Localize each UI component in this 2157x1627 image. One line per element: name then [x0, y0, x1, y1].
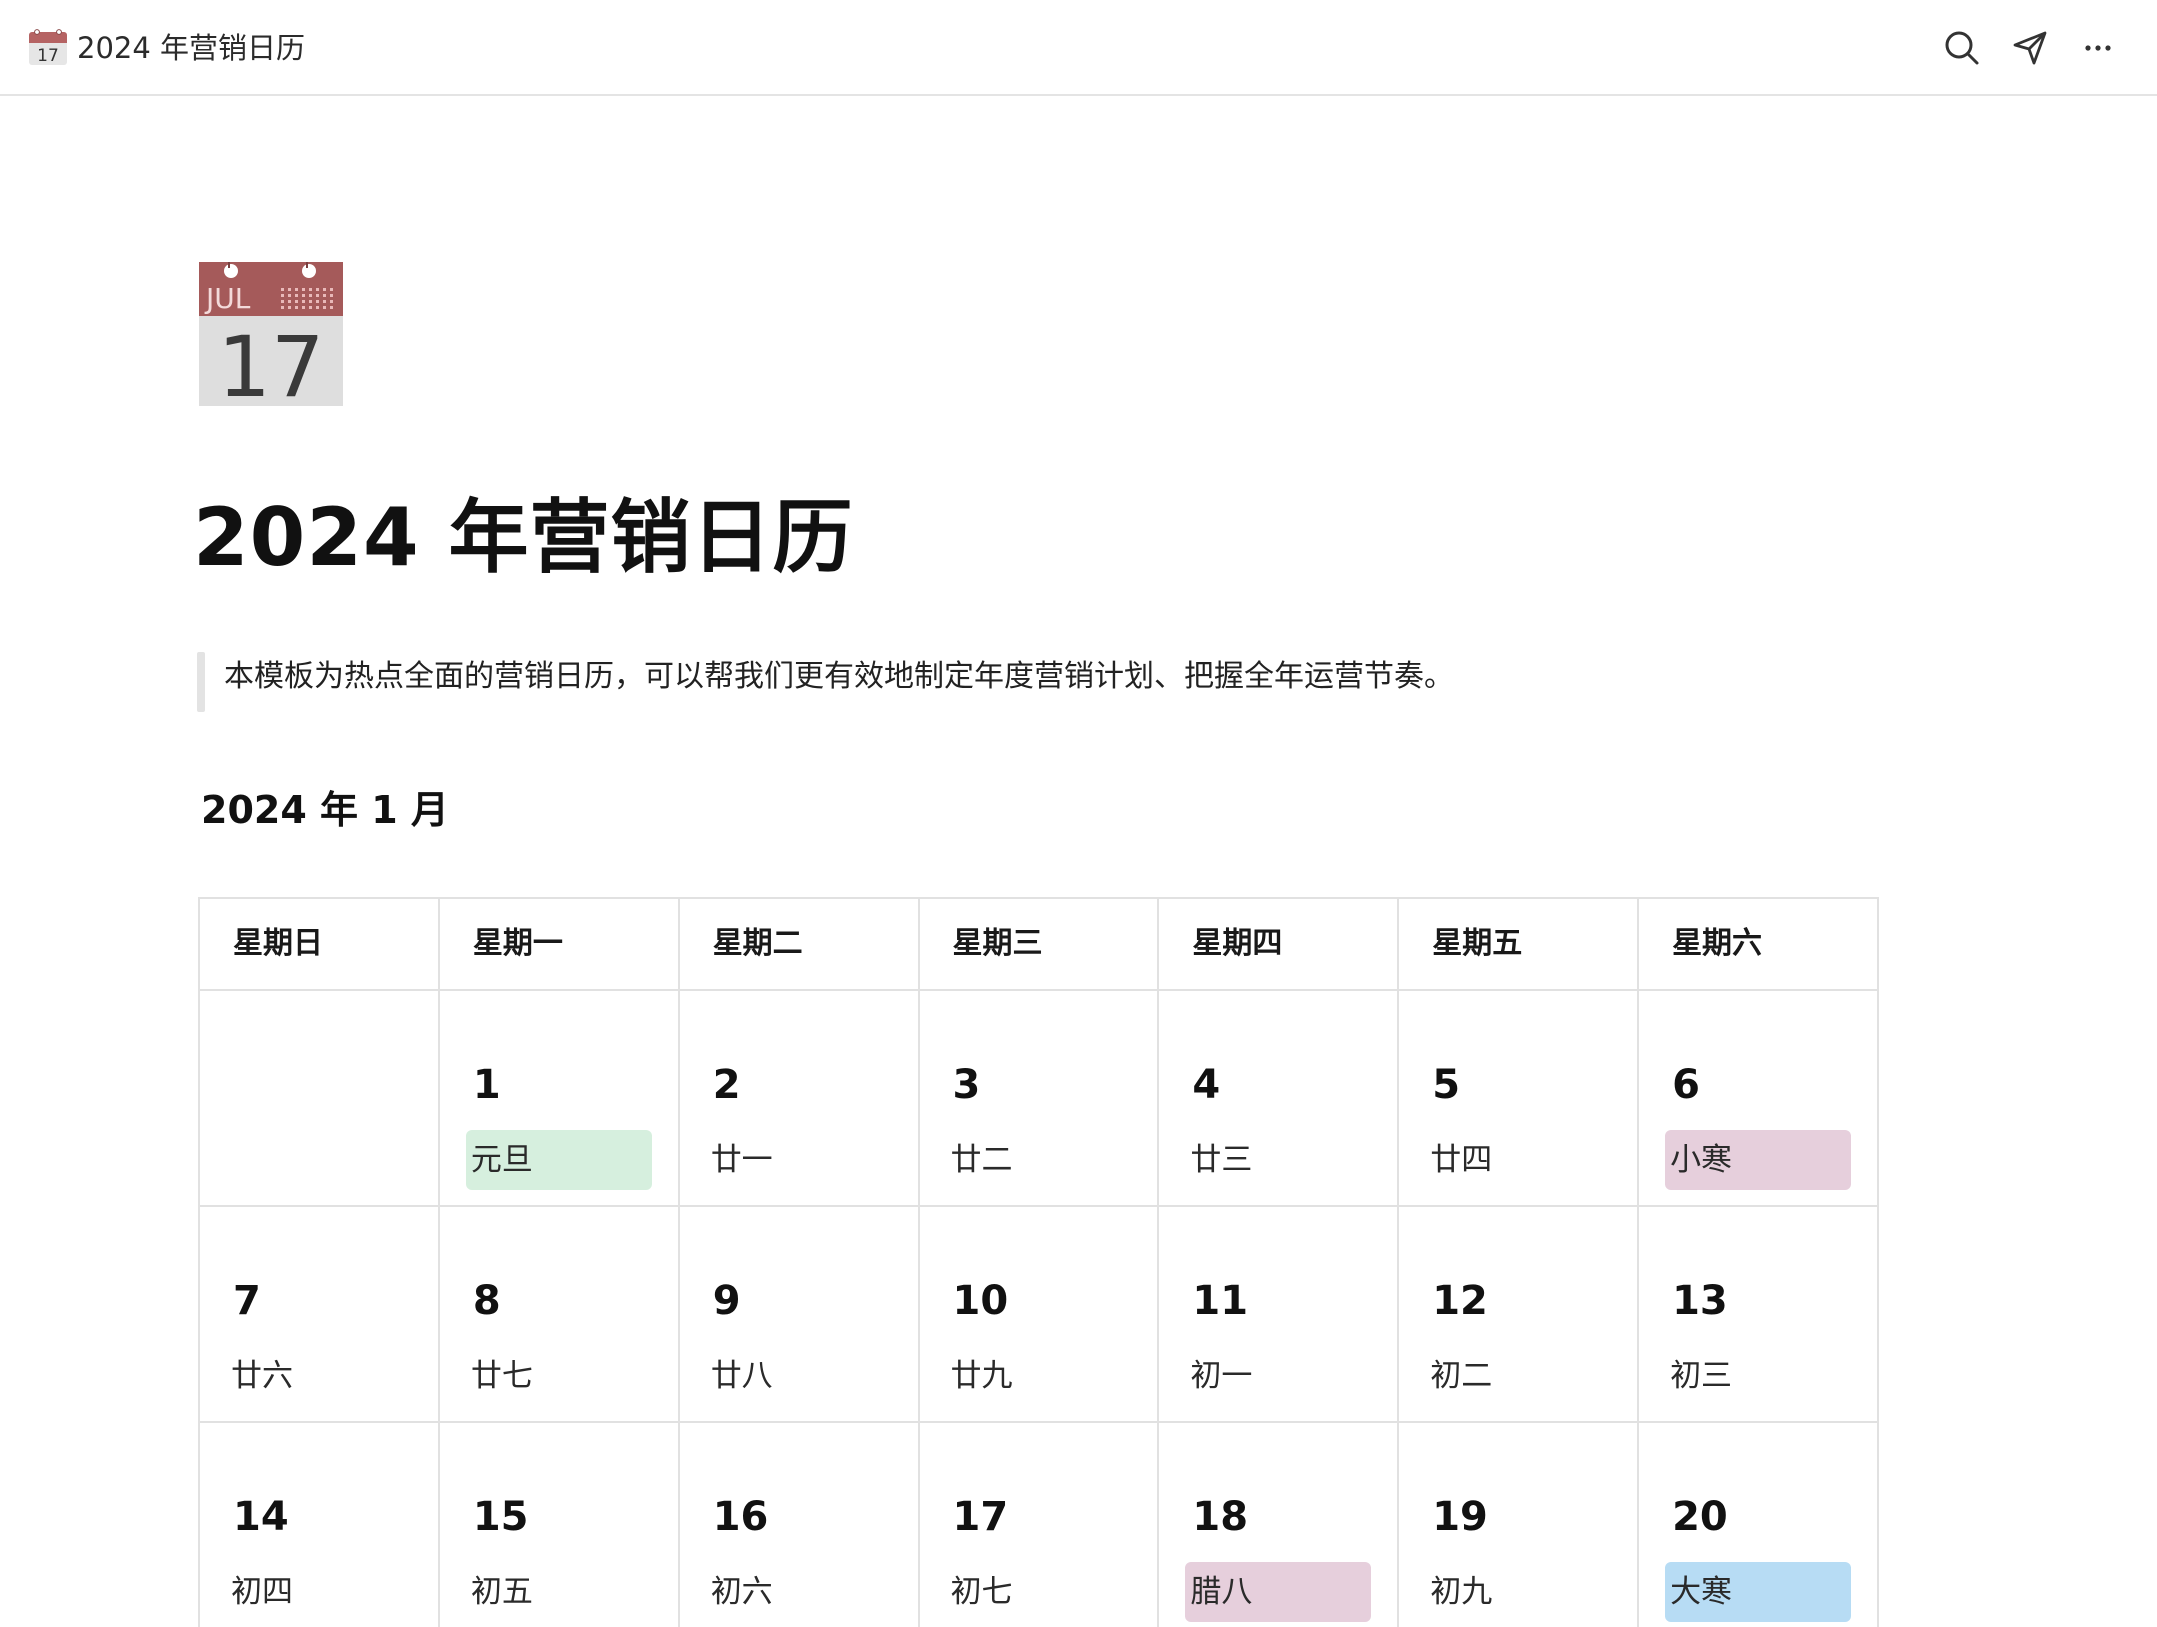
day-number: 3 [952, 1062, 981, 1108]
search-icon[interactable] [1940, 26, 1984, 70]
calendar-day-cell[interactable]: 5 廿四 [1397, 989, 1640, 1207]
day-number: 11 [1192, 1278, 1249, 1324]
calendar-emoji-icon: 17 [29, 29, 67, 66]
calendar-day-cell[interactable]: 3 廿二 [917, 989, 1160, 1207]
event-tag[interactable]: 大寒 [1665, 1562, 1852, 1622]
calendar-day-cell[interactable]: 11 初一 [1157, 1205, 1400, 1423]
calendar-day-cell[interactable]: 13 初三 [1637, 1205, 1879, 1423]
weekday-header[interactable]: 星期二 [677, 897, 920, 991]
page-title[interactable]: 2024 年营销日历 [193, 488, 854, 588]
lunar-date: 廿三 [1190, 1142, 1253, 1178]
window-title: 2024 年营销日历 [77, 31, 306, 65]
calendar-day-cell[interactable]: 1 元旦 [437, 989, 680, 1207]
lunar-date: 廿八 [710, 1358, 773, 1394]
day-number: 7 [233, 1278, 261, 1324]
calendar-day-cell[interactable]: 15 初五 [437, 1421, 680, 1627]
day-number: 16 [712, 1494, 769, 1540]
lunar-date: 初三 [1670, 1358, 1733, 1394]
top-bar: 17 2024 年营销日历 [0, 0, 2157, 96]
day-number: 20 [1672, 1494, 1728, 1540]
day-number: 4 [1192, 1062, 1221, 1108]
calendar-day-cell[interactable]: 4 廿三 [1157, 989, 1400, 1207]
event-tag[interactable]: 小寒 [1665, 1130, 1852, 1190]
day-number: 15 [472, 1494, 529, 1540]
quote-bar [197, 652, 205, 712]
svg-text:17: 17 [37, 46, 59, 66]
calendar-day-cell[interactable]: 17 初七 [917, 1421, 1160, 1627]
calendar-day-cell[interactable]: 14 初四 [198, 1421, 440, 1627]
calendar-day-cell[interactable]: 10 廿九 [917, 1205, 1160, 1423]
day-number: 9 [712, 1278, 741, 1324]
calendar-day-cell[interactable]: 18 腊八 [1157, 1421, 1400, 1627]
document-page: 17 2024 年营销日历 JUL 17 2024 年营销日历 本模板为热点全面… [0, 0, 2157, 1627]
weekday-header[interactable]: 星期三 [917, 897, 1160, 991]
event-tag[interactable]: 腊八 [1185, 1562, 1372, 1622]
calendar-icon-day: 17 [218, 318, 325, 406]
weekday-header[interactable]: 星期一 [437, 897, 680, 991]
calendar-week-row: 14 初四 15 初五 16 初六 17 初七 18 腊八 19 初九 20 大寒 [198, 1421, 1879, 1627]
day-number: 1 [472, 1062, 501, 1108]
weekday-header[interactable]: 星期五 [1397, 897, 1640, 991]
lunar-date: 初六 [710, 1574, 773, 1610]
lunar-date: 廿二 [950, 1142, 1013, 1178]
day-number: 10 [952, 1278, 1009, 1324]
lunar-date: 廿七 [470, 1358, 533, 1394]
day-number: 13 [1672, 1278, 1728, 1324]
lunar-date: 初二 [1430, 1358, 1493, 1394]
share-icon[interactable] [2008, 26, 2052, 70]
calendar-day-cell[interactable]: 20 大寒 [1637, 1421, 1879, 1627]
more-icon[interactable] [2076, 26, 2120, 70]
calendar-icon-month: JUL [204, 282, 251, 315]
calendar-day-cell[interactable]: 6 小寒 [1637, 989, 1879, 1207]
quote-text[interactable]: 本模板为热点全面的营销日历，可以帮我们更有效地制定年度营销计划、把握全年运营节奏… [224, 654, 1454, 700]
calendar-day-cell[interactable]: 2 廿一 [677, 989, 920, 1207]
day-number: 8 [472, 1278, 501, 1324]
calendar-day-cell[interactable]: 7 廿六 [198, 1205, 440, 1423]
intro-quote: 本模板为热点全面的营销日历，可以帮我们更有效地制定年度营销计划、把握全年运营节奏… [197, 652, 1597, 712]
lunar-date: 廿一 [710, 1142, 773, 1178]
lunar-date: 初七 [950, 1574, 1013, 1610]
calendar-day-cell[interactable] [198, 989, 440, 1207]
lunar-date: 廿六 [231, 1358, 293, 1394]
day-number: 19 [1432, 1494, 1488, 1540]
day-number: 12 [1432, 1278, 1488, 1324]
calendar-day-cell[interactable]: 16 初六 [677, 1421, 920, 1627]
weekday-header[interactable]: 星期六 [1637, 897, 1879, 991]
calendar-day-cell[interactable]: 19 初九 [1397, 1421, 1640, 1627]
calendar-day-cell[interactable]: 12 初二 [1397, 1205, 1640, 1423]
calendar-table: 星期日 星期一 星期二 星期三 星期四 星期五 星期六 1 元旦 2 廿一 3 廿二 4 廿三… [198, 897, 1879, 1627]
weekday-header[interactable]: 星期四 [1157, 897, 1400, 991]
event-tag[interactable]: 元旦 [465, 1130, 652, 1190]
month-heading[interactable]: 2024 年 1 月 [201, 782, 449, 838]
lunar-date: 初一 [1190, 1358, 1253, 1394]
lunar-date: 初四 [231, 1574, 293, 1610]
weekday-header-row: 星期日 星期一 星期二 星期三 星期四 星期五 星期六 [198, 897, 1879, 991]
weekday-header[interactable]: 星期日 [198, 897, 440, 991]
calendar-day-cell[interactable]: 8 廿七 [437, 1205, 680, 1423]
day-number: 6 [1672, 1062, 1700, 1108]
lunar-date: 廿九 [950, 1358, 1013, 1394]
lunar-date: 初五 [470, 1574, 533, 1610]
day-number: 14 [233, 1494, 289, 1540]
lunar-date: 廿四 [1430, 1142, 1493, 1178]
calendar-week-row: 7 廿六 8 廿七 9 廿八 10 廿九 11 初一 12 初二 13 初三 [198, 1205, 1879, 1423]
day-number: 2 [712, 1062, 741, 1108]
day-number: 17 [952, 1494, 1009, 1540]
calendar-week-row: 1 元旦 2 廿一 3 廿二 4 廿三 5 廿四 6 小寒 [198, 989, 1879, 1207]
lunar-date: 初九 [1430, 1574, 1493, 1610]
day-number: 18 [1192, 1494, 1249, 1540]
calendar-page-icon[interactable]: JUL 17 [199, 262, 343, 406]
day-number: 5 [1432, 1062, 1461, 1108]
calendar-day-cell[interactable]: 9 廿八 [677, 1205, 920, 1423]
